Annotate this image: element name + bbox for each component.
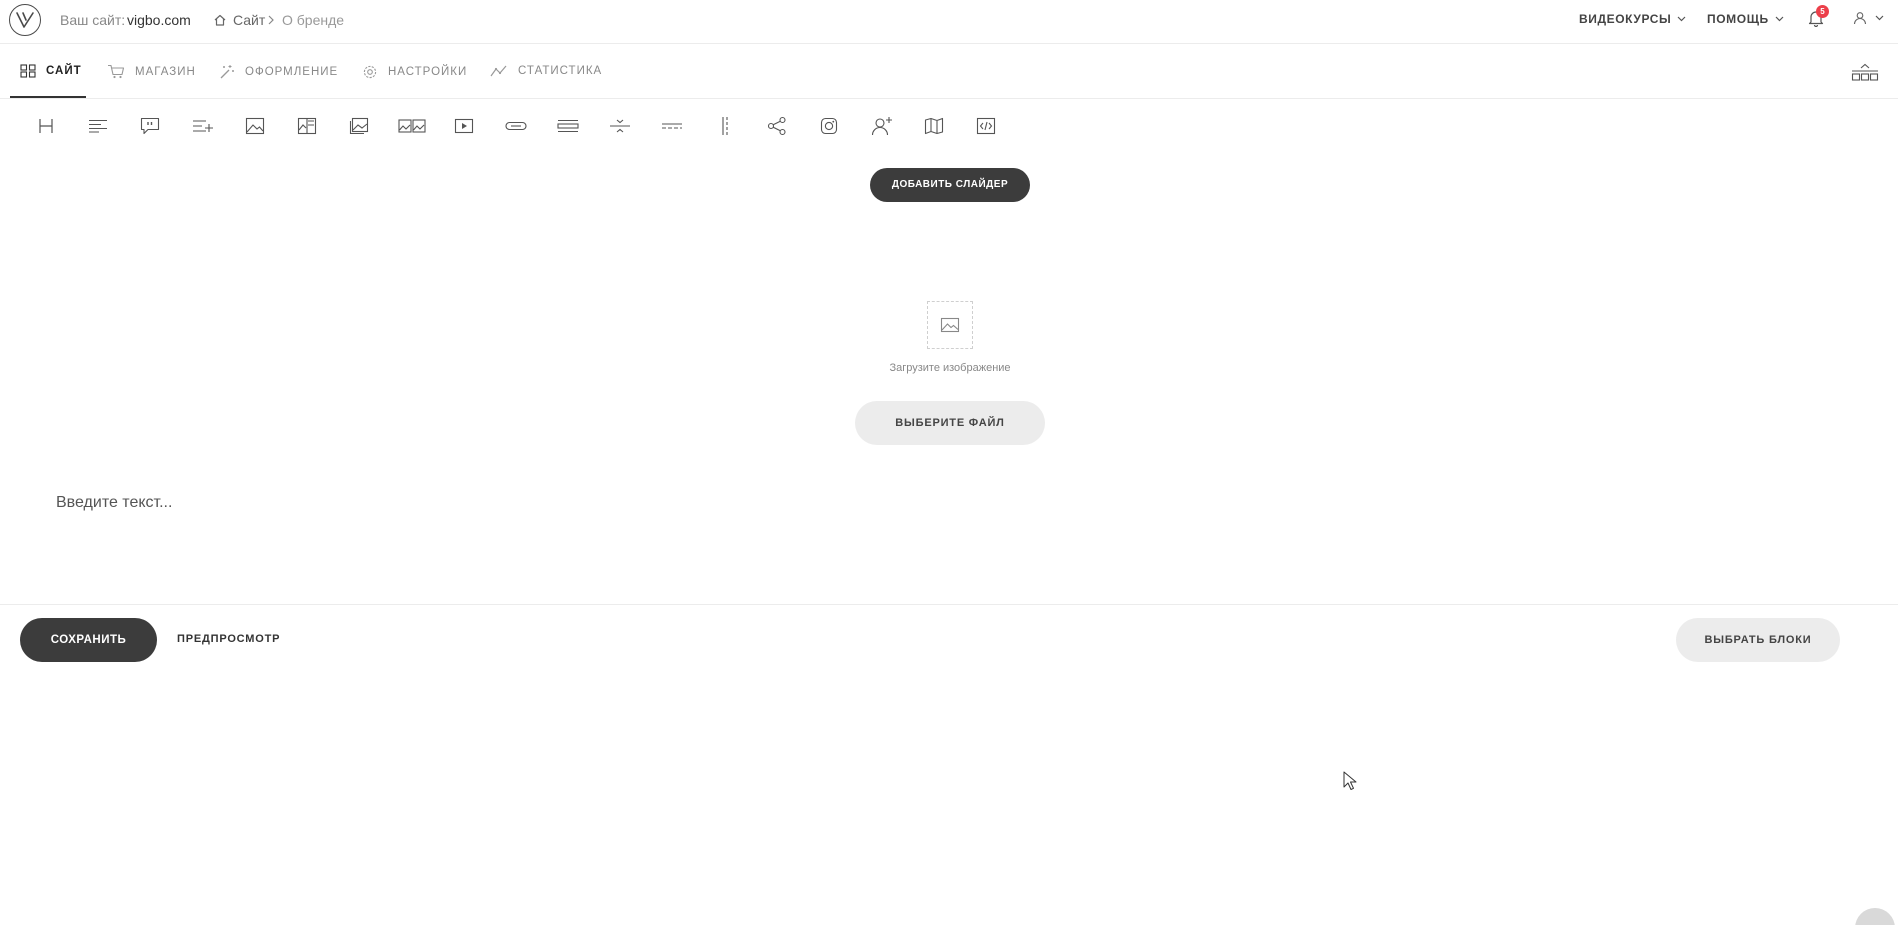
courses-menu-label: ВИДЕОКУРСЫ <box>1579 12 1672 26</box>
user-add-icon[interactable] <box>864 112 900 140</box>
tab-site-label: САЙТ <box>46 65 82 77</box>
image-icon[interactable] <box>237 112 273 140</box>
tab-shop-label: МАГАЗИН <box>135 65 196 78</box>
top-bar: Ваш сайт: vigbo.com Сайт О бренде ВИДЕОК… <box>0 0 1898 44</box>
active-tab-indicator <box>10 96 86 98</box>
help-menu-label: ПОМОЩЬ <box>1707 12 1769 26</box>
choose-file-button[interactable]: ВЫБЕРИТЕ ФАЙЛ <box>855 401 1045 445</box>
instagram-icon[interactable] <box>811 112 847 140</box>
site-domain-link[interactable]: vigbo.com <box>127 12 191 28</box>
chevron-right-icon <box>267 14 275 26</box>
action-bar: СОХРАНИТЬ ПРЕДПРОСМОТР ВЫБРАТЬ БЛОКИ <box>0 604 1898 671</box>
tab-design-label: ОФОРМЛЕНИЕ <box>245 66 339 78</box>
text-icon[interactable] <box>80 112 116 140</box>
spacer-icon[interactable] <box>707 112 743 140</box>
map-icon[interactable] <box>916 112 952 140</box>
tab-shop[interactable]: МАГАЗИН <box>107 64 196 79</box>
chevron-down-icon <box>1677 16 1686 22</box>
breadcrumb-site[interactable]: Сайт <box>233 12 265 28</box>
tab-settings[interactable]: НАСТРОЙКИ <box>362 64 467 80</box>
video-icon[interactable] <box>446 112 482 140</box>
button-icon[interactable] <box>498 112 534 140</box>
home-icon[interactable] <box>213 13 227 27</box>
heading-icon[interactable] <box>28 112 64 140</box>
chevron-down-icon <box>1875 15 1884 21</box>
tab-design[interactable]: ОФОРМЛЕНИЕ <box>219 64 338 80</box>
user-menu[interactable] <box>1853 11 1884 25</box>
divider-icon[interactable] <box>602 112 638 140</box>
grid-icon <box>20 64 36 78</box>
lines-icon[interactable] <box>550 112 586 140</box>
upload-prompt: Загрузите изображение <box>889 362 1011 374</box>
multi-image-icon[interactable] <box>394 112 430 140</box>
image-upload-dropzone[interactable] <box>927 301 973 349</box>
layout-blocks-icon[interactable] <box>1851 63 1879 81</box>
text-block-placeholder[interactable]: Введите текст... <box>56 494 172 512</box>
code-icon[interactable] <box>968 112 1004 140</box>
add-slider-button[interactable]: ДОБАВИТЬ СЛАЙДЕР <box>870 168 1030 202</box>
cart-icon <box>107 64 125 79</box>
tab-settings-label: НАСТРОЙКИ <box>388 66 468 78</box>
breadcrumb-current: О бренде <box>282 12 345 28</box>
mouse-cursor-icon <box>1343 771 1357 791</box>
courses-menu[interactable]: ВИДЕОКУРСЫ <box>1579 12 1686 26</box>
main-tabs: САЙТ МАГАЗИН ОФОРМЛЕНИЕ НАСТРОЙКИ СТАТИС… <box>0 44 1898 99</box>
gallery-icon[interactable] <box>341 112 377 140</box>
user-icon <box>1853 11 1867 25</box>
tab-statistics-label: СТАТИСТИКА <box>518 65 603 77</box>
choose-blocks-button[interactable]: ВЫБРАТЬ БЛОКИ <box>1676 618 1840 662</box>
save-button[interactable]: СОХРАНИТЬ <box>20 618 157 662</box>
magic-wand-icon <box>219 64 235 80</box>
tab-statistics[interactable]: СТАТИСТИКА <box>490 64 602 78</box>
chart-line-icon <box>490 64 508 78</box>
share-icon[interactable] <box>759 112 795 140</box>
gear-icon <box>362 64 378 80</box>
list-add-icon[interactable] <box>185 112 221 140</box>
help-menu[interactable]: ПОМОЩЬ <box>1707 12 1784 26</box>
vigbo-logo-icon[interactable] <box>9 4 41 36</box>
image-split-icon[interactable] <box>289 112 325 140</box>
chevron-down-icon <box>1775 16 1784 22</box>
dashed-divider-icon[interactable] <box>654 112 690 140</box>
site-label: Ваш сайт: <box>60 12 126 28</box>
tab-site[interactable]: САЙТ <box>20 64 82 78</box>
notification-badge: 5 <box>1816 5 1829 18</box>
help-chat-button[interactable] <box>1855 908 1895 925</box>
preview-button[interactable]: ПРЕДПРОСМОТР <box>177 633 280 645</box>
quote-icon[interactable] <box>132 112 168 140</box>
image-placeholder-icon <box>940 317 960 333</box>
